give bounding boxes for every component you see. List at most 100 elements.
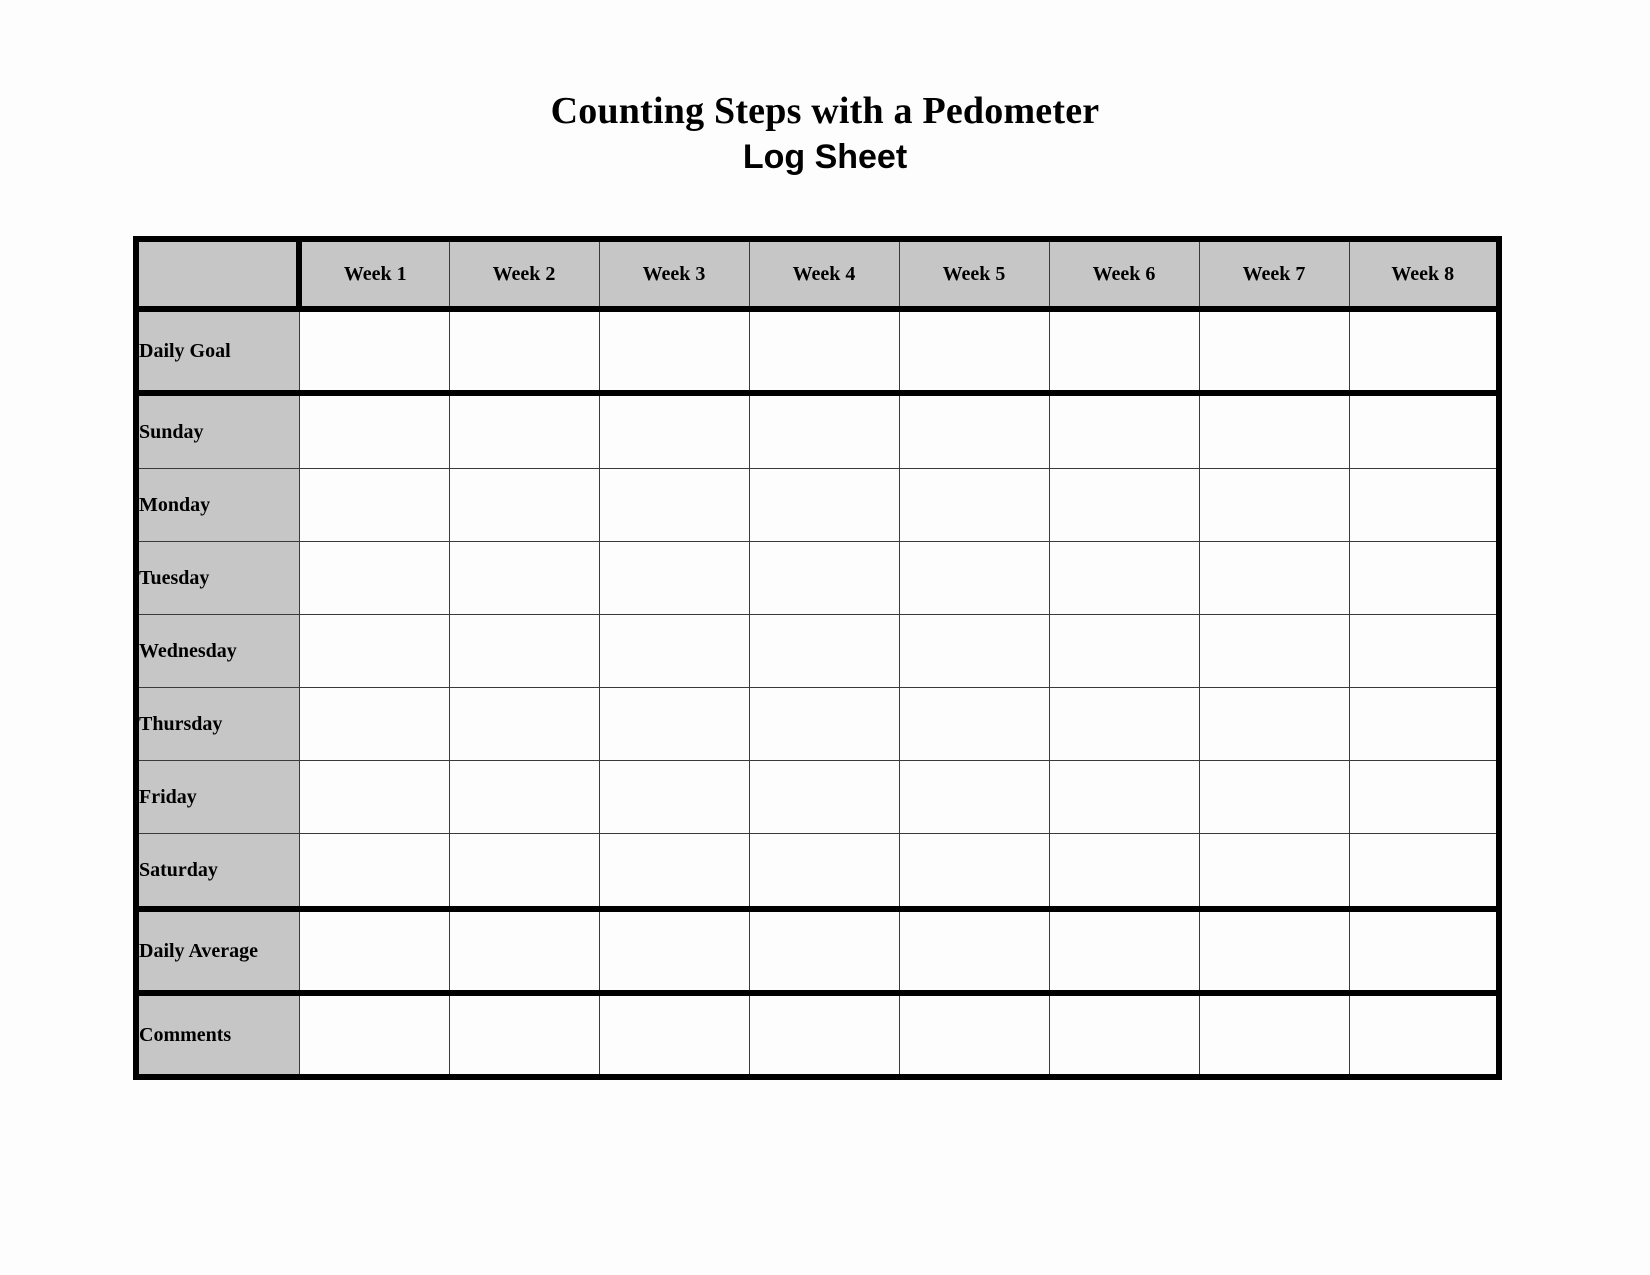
cell-friday-week-2[interactable] [448,760,600,834]
row-label-comments: Comments [135,992,300,1078]
cell-monday-week-2[interactable] [448,468,600,542]
cell-comments-week-4[interactable] [748,992,900,1078]
cell-comments-week-2[interactable] [448,992,600,1078]
cell-daily-average-week-2[interactable] [448,908,600,996]
cell-sunday-week-2[interactable] [448,392,600,469]
cell-sunday-week-4[interactable] [748,392,900,469]
cell-wednesday-week-5[interactable] [898,614,1050,688]
table-row: Thursday [135,687,1500,761]
cell-monday-week-7[interactable] [1198,468,1350,542]
cell-daily-goal-week-3[interactable] [598,308,750,396]
cell-wednesday-week-6[interactable] [1048,614,1200,688]
cell-friday-week-7[interactable] [1198,760,1350,834]
cell-thursday-week-4[interactable] [748,687,900,761]
page-subtitle: Log Sheet [742,138,908,176]
cell-tuesday-week-1[interactable] [298,541,450,615]
row-label-daily-average: Daily Average [135,908,300,996]
cell-tuesday-week-8[interactable] [1348,541,1500,615]
column-header-week-1: Week 1 [298,238,450,312]
column-header-week-6: Week 6 [1048,238,1200,312]
cell-saturday-week-2[interactable] [448,833,600,912]
column-header-week-3: Week 3 [598,238,750,312]
cell-saturday-week-1[interactable] [298,833,450,912]
cell-monday-week-4[interactable] [748,468,900,542]
cell-daily-average-week-4[interactable] [748,908,900,996]
cell-sunday-week-5[interactable] [898,392,1050,469]
table-row: Monday [135,468,1500,542]
cell-sunday-week-3[interactable] [598,392,750,469]
cell-monday-week-8[interactable] [1348,468,1500,542]
cell-friday-week-3[interactable] [598,760,750,834]
cell-wednesday-week-1[interactable] [298,614,450,688]
cell-wednesday-week-7[interactable] [1198,614,1350,688]
row-label-daily-goal: Daily Goal [135,308,300,396]
cell-comments-week-1[interactable] [298,992,450,1078]
cell-tuesday-week-3[interactable] [598,541,750,615]
cell-friday-week-6[interactable] [1048,760,1200,834]
cell-friday-week-4[interactable] [748,760,900,834]
cell-wednesday-week-8[interactable] [1348,614,1500,688]
cell-thursday-week-5[interactable] [898,687,1050,761]
cell-daily-average-week-6[interactable] [1048,908,1200,996]
cell-tuesday-week-5[interactable] [898,541,1050,615]
cell-daily-goal-week-6[interactable] [1048,308,1200,396]
cell-wednesday-week-2[interactable] [448,614,600,688]
table-row: Sunday [135,392,1500,469]
cell-wednesday-week-3[interactable] [598,614,750,688]
cell-comments-week-3[interactable] [598,992,750,1078]
cell-tuesday-week-2[interactable] [448,541,600,615]
cell-tuesday-week-7[interactable] [1198,541,1350,615]
cell-saturday-week-3[interactable] [598,833,750,912]
cell-monday-week-3[interactable] [598,468,750,542]
column-header-week-4: Week 4 [748,238,900,312]
cell-daily-goal-week-2[interactable] [448,308,600,396]
table-row: Tuesday [135,541,1500,615]
cell-monday-week-5[interactable] [898,468,1050,542]
cell-thursday-week-7[interactable] [1198,687,1350,761]
column-header-week-7: Week 7 [1198,238,1350,312]
cell-daily-average-week-8[interactable] [1348,908,1500,996]
cell-daily-goal-week-8[interactable] [1348,308,1500,396]
cell-daily-average-week-7[interactable] [1198,908,1350,996]
cell-daily-goal-week-5[interactable] [898,308,1050,396]
cell-daily-goal-week-4[interactable] [748,308,900,396]
column-header-week-2: Week 2 [448,238,600,312]
cell-tuesday-week-6[interactable] [1048,541,1200,615]
cell-daily-average-week-1[interactable] [298,908,450,996]
cell-thursday-week-8[interactable] [1348,687,1500,761]
cell-sunday-week-8[interactable] [1348,392,1500,469]
cell-monday-week-1[interactable] [298,468,450,542]
cell-wednesday-week-4[interactable] [748,614,900,688]
cell-friday-week-1[interactable] [298,760,450,834]
cell-saturday-week-6[interactable] [1048,833,1200,912]
cell-daily-goal-week-1[interactable] [298,308,450,396]
table-row: Wednesday [135,614,1500,688]
cell-daily-average-week-3[interactable] [598,908,750,996]
cell-daily-average-week-5[interactable] [898,908,1050,996]
pedometer-log-sheet-page: Counting Steps with a Pedometer Log Shee… [0,0,1650,1275]
row-label-saturday: Saturday [135,833,300,912]
cell-saturday-week-4[interactable] [748,833,900,912]
cell-thursday-week-1[interactable] [298,687,450,761]
cell-tuesday-week-4[interactable] [748,541,900,615]
cell-comments-week-6[interactable] [1048,992,1200,1078]
cell-daily-goal-week-7[interactable] [1198,308,1350,396]
cell-sunday-week-1[interactable] [298,392,450,469]
cell-friday-week-8[interactable] [1348,760,1500,834]
cell-sunday-week-6[interactable] [1048,392,1200,469]
cell-thursday-week-6[interactable] [1048,687,1200,761]
cell-monday-week-6[interactable] [1048,468,1200,542]
cell-friday-week-5[interactable] [898,760,1050,834]
cell-thursday-week-3[interactable] [598,687,750,761]
table-row: Daily Average [135,908,1500,996]
cell-saturday-week-5[interactable] [898,833,1050,912]
cell-comments-week-8[interactable] [1348,992,1500,1078]
cell-saturday-week-8[interactable] [1348,833,1500,912]
cell-thursday-week-2[interactable] [448,687,600,761]
cell-sunday-week-7[interactable] [1198,392,1350,469]
cell-saturday-week-7[interactable] [1198,833,1350,912]
pedometer-log-table: Week 1 Week 2 Week 3 Week 4 Week 5 Week 6 Week… [133,236,1502,1080]
row-label-friday: Friday [135,760,300,834]
cell-comments-week-5[interactable] [898,992,1050,1078]
cell-comments-week-7[interactable] [1198,992,1350,1078]
